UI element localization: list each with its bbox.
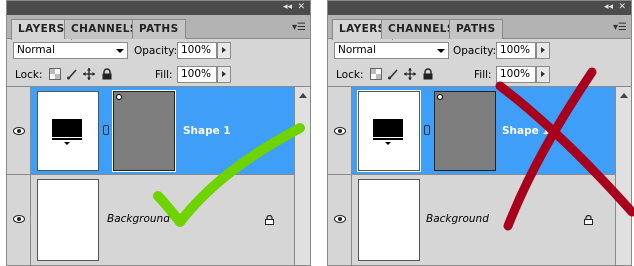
- chevron-down-icon: [437, 49, 445, 53]
- lock-label: Lock:: [15, 69, 43, 81]
- fill-label: Fill:: [155, 69, 173, 81]
- layer-name[interactable]: Background: [426, 213, 489, 225]
- tab-paths[interactable]: PATHS: [449, 19, 503, 39]
- fill-slider-button[interactable]: [536, 66, 550, 83]
- layer-name[interactable]: Shape 1: [183, 125, 231, 137]
- visibility-toggle[interactable]: [7, 87, 31, 174]
- layer-row-background[interactable]: Background: [7, 175, 294, 265]
- mask-indicator-icon: [116, 94, 122, 100]
- fill-input[interactable]: 100%: [496, 66, 536, 83]
- eye-icon: [334, 215, 346, 223]
- panel-titlebar: ◂◂ ✕: [328, 1, 631, 15]
- lock-all-icon[interactable]: [422, 68, 434, 80]
- layer-list: Shape 1 Background: [328, 87, 631, 265]
- eye-icon: [13, 215, 25, 223]
- collapse-icon[interactable]: ◂◂: [604, 2, 613, 13]
- panel-menu-icon[interactable]: ▾☰: [292, 22, 306, 33]
- opacity-input[interactable]: 100%: [496, 42, 536, 59]
- blend-options-row: Normal Opacity: 100%: [7, 39, 310, 61]
- close-icon[interactable]: ✕: [618, 2, 626, 13]
- close-icon[interactable]: ✕: [297, 2, 305, 13]
- layers-panel-incorrect: ◂◂ ✕ LAYERS CHANNELS PATHS ▾☰ Normal Opa…: [327, 0, 632, 266]
- opacity-slider-button[interactable]: [536, 42, 550, 59]
- blend-mode-select[interactable]: Normal: [13, 42, 128, 59]
- opacity-label: Opacity:: [134, 45, 178, 57]
- lock-label: Lock:: [336, 69, 364, 81]
- layer-list: Shape 1 Background: [7, 87, 310, 265]
- tab-bar: LAYERS CHANNELS PATHS ▾☰: [7, 15, 310, 40]
- tab-layers[interactable]: LAYERS: [11, 19, 72, 40]
- opacity-label: Opacity:: [453, 45, 497, 57]
- lock-move-icon[interactable]: [404, 68, 416, 80]
- background-thumbnail: [37, 179, 99, 261]
- layer-lock-icon: [265, 215, 274, 225]
- lock-transparent-icon[interactable]: [49, 68, 61, 80]
- chevron-down-icon: [116, 49, 124, 53]
- layer-name[interactable]: Background: [107, 213, 170, 225]
- layer-list-scrollbar[interactable]: [294, 87, 310, 265]
- lock-brush-icon[interactable]: [387, 68, 399, 80]
- lock-all-icon[interactable]: [101, 68, 113, 80]
- blend-mode-value: Normal: [338, 44, 376, 56]
- blend-mode-value: Normal: [17, 44, 55, 56]
- layer-row-background[interactable]: Background: [328, 175, 615, 265]
- lock-transparent-icon[interactable]: [370, 68, 382, 80]
- opacity-slider-button[interactable]: [217, 42, 231, 59]
- panel-menu-icon[interactable]: ▾☰: [613, 22, 627, 33]
- layer-row-shape-1[interactable]: Shape 1: [7, 87, 294, 175]
- tab-paths[interactable]: PATHS: [132, 19, 186, 39]
- mask-indicator-icon: [437, 94, 443, 100]
- opacity-input[interactable]: 100%: [177, 42, 217, 59]
- blend-options-row: Normal Opacity: 100%: [328, 39, 631, 61]
- scroll-up-icon[interactable]: [620, 93, 628, 98]
- fill-label: Fill:: [474, 69, 492, 81]
- blend-mode-select[interactable]: Normal: [334, 42, 449, 59]
- fill-slider-button[interactable]: [217, 66, 231, 83]
- vector-mask-thumbnail[interactable]: [434, 91, 496, 171]
- scroll-up-icon[interactable]: [299, 93, 307, 98]
- visibility-toggle[interactable]: [328, 175, 352, 265]
- panel-titlebar: ◂◂ ✕: [7, 1, 310, 15]
- fill-input[interactable]: 100%: [177, 66, 217, 83]
- link-icon[interactable]: [103, 125, 109, 135]
- eye-icon: [334, 127, 346, 135]
- lock-brush-icon[interactable]: [66, 68, 78, 80]
- visibility-toggle[interactable]: [7, 175, 31, 265]
- layer-list-scrollbar[interactable]: [615, 87, 631, 265]
- background-thumbnail: [358, 179, 420, 261]
- vector-mask-thumbnail[interactable]: [113, 91, 175, 171]
- layer-lock-icon: [584, 215, 593, 225]
- eye-icon: [13, 127, 25, 135]
- shape-thumbnail-icon: [52, 119, 82, 145]
- layer-name[interactable]: Shape 1: [502, 125, 550, 137]
- collapse-icon[interactable]: ◂◂: [283, 2, 292, 13]
- layer-thumbnail: [37, 91, 99, 171]
- lock-options-row: Lock: Fill: 100%: [328, 61, 631, 87]
- layers-panel-correct: ◂◂ ✕ LAYERS CHANNELS PATHS ▾☰ Normal Opa…: [6, 0, 311, 266]
- lock-options-row: Lock: Fill: 100%: [7, 61, 310, 87]
- lock-move-icon[interactable]: [83, 68, 95, 80]
- link-icon[interactable]: [424, 125, 430, 135]
- shape-thumbnail-icon: [373, 119, 403, 145]
- visibility-toggle[interactable]: [328, 87, 352, 174]
- layer-thumbnail: [358, 91, 420, 171]
- tab-bar: LAYERS CHANNELS PATHS ▾☰: [328, 15, 631, 40]
- layer-row-shape-1[interactable]: Shape 1: [328, 87, 615, 175]
